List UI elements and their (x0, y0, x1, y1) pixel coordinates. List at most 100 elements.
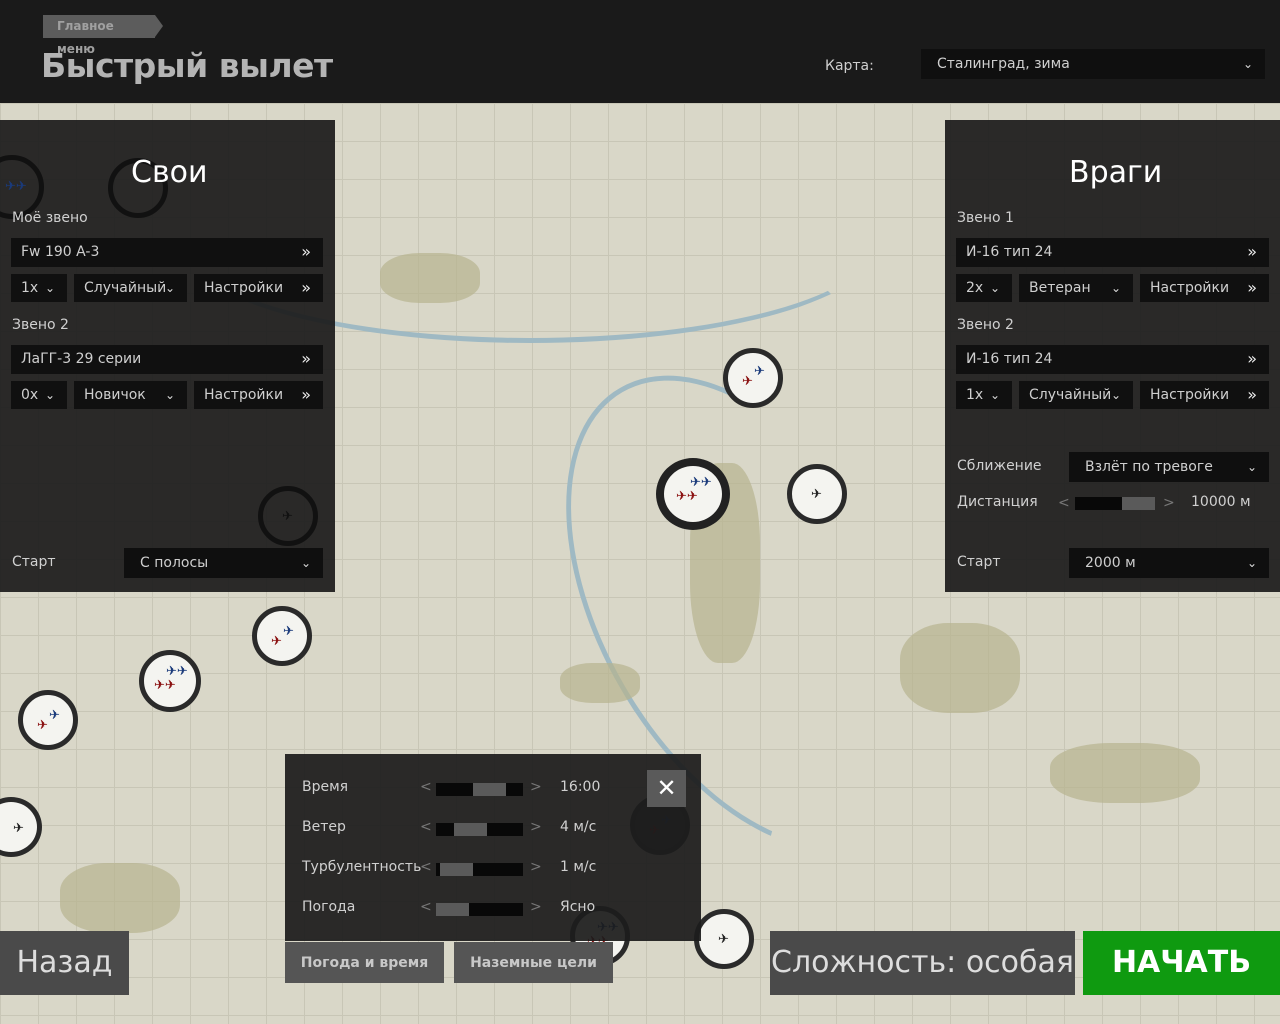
distance-label: Дистанция (957, 494, 1038, 510)
chevron-down-icon: ⌄ (164, 388, 175, 402)
weather-row: Турбулентность < > 1 м/с (285, 859, 701, 879)
enemy-flight1-settings-button[interactable]: Настройки » (1140, 274, 1269, 302)
start-label: Старт (957, 554, 1001, 570)
slider-thumb[interactable] (453, 823, 487, 836)
weather-label: Турбулентность (302, 859, 422, 875)
chevron-right-icon[interactable]: > (530, 859, 542, 875)
chevron-right-icon[interactable]: > (530, 779, 542, 795)
chevron-down-icon: ⌄ (1110, 388, 1121, 402)
breadcrumb-main-menu[interactable]: Главное меню (43, 15, 163, 56)
double-chevron-right-icon: » (301, 242, 311, 261)
weather-value: Ясно (560, 899, 596, 915)
enemy-flight2-settings-button[interactable]: Настройки » (1140, 381, 1269, 409)
weather-row: Время < > 16:00 (285, 779, 701, 799)
map-value: Сталинград, зима (937, 56, 1070, 72)
approach-select[interactable]: Взлёт по тревоге ⌄ (1069, 452, 1269, 482)
difficulty-button[interactable]: Сложность: особая (770, 931, 1075, 995)
page-title: Быстрый вылет (41, 46, 333, 85)
slider-thumb[interactable] (436, 903, 469, 916)
settings-label: Настройки (1150, 280, 1230, 296)
tab-ground-targets[interactable]: Наземные цели (454, 942, 613, 983)
close-weather-button[interactable]: ✕ (647, 770, 686, 807)
double-chevron-right-icon: » (1247, 349, 1257, 368)
back-button[interactable]: Назад (0, 931, 129, 995)
enemy-flight1-aircraft-select[interactable]: И-16 тип 24 » (956, 238, 1269, 267)
map-select[interactable]: Сталинград, зима ⌄ (921, 49, 1265, 79)
weather-slider[interactable] (436, 903, 523, 916)
chevron-left-icon[interactable]: < (420, 779, 432, 795)
airfield-marker[interactable]: ✈ (787, 464, 847, 524)
weather-value: 16:00 (560, 779, 601, 795)
flight2-label: Звено 2 (957, 317, 1014, 333)
chevron-down-icon: ⌄ (164, 281, 175, 295)
double-chevron-right-icon: » (1247, 385, 1257, 404)
flight2-count-select[interactable]: 0x ⌄ (11, 381, 67, 409)
weather-row: Ветер < > 4 м/с (285, 819, 701, 839)
start-label: Старт (12, 554, 56, 570)
weather-panel: Время < > 16:00 Ветер < > 4 м/с Турбулентн… (285, 754, 701, 941)
settings-label: Настройки (1150, 387, 1230, 403)
skill-value: Ветеран (1029, 280, 1091, 296)
weather-slider[interactable] (436, 783, 523, 796)
chevron-down-icon: ⌄ (44, 281, 55, 295)
count-value: 0x (21, 387, 39, 403)
enemy-flight2-skill-select[interactable]: Случайный ⌄ (1019, 381, 1133, 409)
flight2-settings-button[interactable]: Настройки » (194, 381, 323, 409)
chevron-right-icon[interactable]: > (1163, 495, 1175, 511)
weather-label: Время (302, 779, 349, 795)
start-value: 2000 м (1085, 555, 1136, 571)
enemy-flight2-count-select[interactable]: 1x ⌄ (956, 381, 1012, 409)
flight2-aircraft-select[interactable]: ЛаГГ-3 29 серии » (11, 345, 323, 374)
tab-weather-time[interactable]: Погода и время (285, 942, 444, 983)
airfield-marker[interactable]: ✈ (258, 486, 318, 546)
chevron-left-icon[interactable]: < (420, 899, 432, 915)
flight2-label: Звено 2 (12, 317, 69, 333)
chevron-left-icon[interactable]: < (1058, 495, 1070, 511)
flight-marker[interactable]: ✈✈ (18, 690, 78, 750)
approach-value: Взлёт по тревоге (1085, 459, 1213, 475)
enemy-flight1-count-select[interactable]: 2x ⌄ (956, 274, 1012, 302)
chevron-left-icon[interactable]: < (420, 859, 432, 875)
enemy-flight1-skill-select[interactable]: Ветеран ⌄ (1019, 274, 1133, 302)
weather-label: Погода (302, 899, 356, 915)
flight-marker[interactable]: ✈✈ (252, 606, 312, 666)
weather-label: Ветер (302, 819, 346, 835)
slider-thumb[interactable] (439, 863, 473, 876)
airfield-marker[interactable]: ✈ (694, 909, 754, 969)
chevron-left-icon[interactable]: < (420, 819, 432, 835)
chevron-down-icon: ⌄ (1246, 556, 1257, 570)
chevron-right-icon[interactable]: > (530, 899, 542, 915)
chevron-right-icon[interactable]: > (530, 819, 542, 835)
double-chevron-right-icon: » (301, 278, 311, 297)
friends-start-select[interactable]: С полосы ⌄ (124, 548, 323, 578)
slider-thumb[interactable] (472, 783, 506, 796)
weather-slider[interactable] (436, 823, 523, 836)
enemy-start-select[interactable]: 2000 м ⌄ (1069, 548, 1269, 578)
flight1-aircraft-select[interactable]: Fw 190 A-3 » (11, 238, 323, 267)
flight1-settings-button[interactable]: Настройки » (194, 274, 323, 302)
slider-thumb[interactable] (1122, 497, 1155, 510)
flight-marker[interactable]: ✈✈✈✈ (139, 650, 201, 712)
skill-value: Случайный (84, 280, 167, 296)
double-chevron-right-icon: » (1247, 278, 1257, 297)
skill-value: Новичок (84, 387, 146, 403)
friends-panel: ✈✈ ✈ Свои Моё звено Fw 190 A-3» 1x ⌄ Случ… (0, 120, 335, 592)
aircraft-name: И-16 тип 24 (966, 244, 1053, 260)
header: Главное меню Быстрый вылет Карта: Сталин… (0, 0, 1280, 103)
enemy-flight2-aircraft-select[interactable]: И-16 тип 24 » (956, 345, 1269, 374)
weather-value: 1 м/с (560, 859, 597, 875)
map-label: Карта: (825, 58, 874, 74)
enemies-title: Враги (1069, 155, 1163, 190)
weather-row: Погода < > Ясно (285, 899, 701, 919)
flight2-skill-select[interactable]: Новичок ⌄ (74, 381, 187, 409)
start-button[interactable]: НАЧАТЬ (1083, 931, 1280, 995)
flight1-skill-select[interactable]: Случайный ⌄ (74, 274, 187, 302)
distance-slider[interactable] (1075, 497, 1155, 510)
flight1-count-select[interactable]: 1x ⌄ (11, 274, 67, 302)
chevron-down-icon: ⌄ (44, 388, 55, 402)
chevron-down-icon: ⌄ (300, 556, 311, 570)
weather-slider[interactable] (436, 863, 523, 876)
flight-marker[interactable]: ✈✈ (723, 348, 783, 408)
flight-marker-selected[interactable]: ✈✈ ✈✈ (656, 458, 730, 530)
settings-label: Настройки (204, 387, 284, 403)
